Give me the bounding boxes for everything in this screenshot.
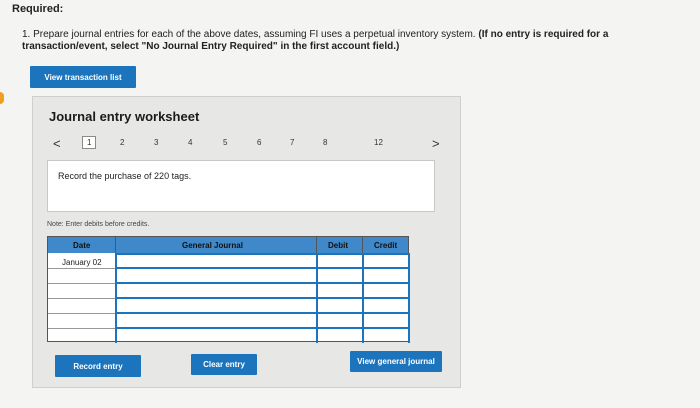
- required-heading: Required:: [12, 3, 64, 15]
- table-header: Date General Journal Debit Credit: [48, 237, 408, 253]
- worksheet-pager: < 1 2 3 4 5 6 7 8 12 >: [47, 135, 445, 153]
- record-entry-button[interactable]: Record entry: [55, 355, 141, 377]
- page-5[interactable]: 5: [223, 138, 227, 147]
- page-2[interactable]: 2: [120, 138, 124, 147]
- page-8[interactable]: 8: [323, 138, 327, 147]
- page-6[interactable]: 6: [257, 138, 261, 147]
- entry-date: January 02: [62, 258, 102, 267]
- page-3[interactable]: 3: [154, 138, 158, 147]
- clear-entry-button[interactable]: Clear entry: [191, 354, 257, 375]
- credit-header: Credit: [374, 241, 398, 250]
- prev-page-icon[interactable]: <: [53, 136, 61, 151]
- view-general-journal-button[interactable]: View general journal: [350, 351, 442, 372]
- next-page-icon[interactable]: >: [432, 136, 440, 151]
- page-7[interactable]: 7: [290, 138, 294, 147]
- journal-table: Date General Journal Debit Credit Januar…: [47, 236, 410, 343]
- debit-credit-note: Note: Enter debits before credits.: [47, 221, 150, 228]
- instruction-text: 1. Prepare journal entries for each of t…: [22, 29, 672, 53]
- worksheet-title: Journal entry worksheet: [49, 109, 200, 124]
- transaction-description: Record the purchase of 220 tags.: [47, 160, 435, 212]
- date-header: Date: [73, 241, 91, 250]
- debit-header: Debit: [328, 241, 348, 250]
- general-journal-header: General Journal: [182, 241, 243, 250]
- instruction-main: 1. Prepare journal entries for each of t…: [22, 29, 476, 40]
- page-4[interactable]: 4: [188, 138, 192, 147]
- view-transaction-list-button[interactable]: View transaction list: [30, 66, 136, 88]
- journal-entry-worksheet: Journal entry worksheet < 1 2 3 4 5 6 7 …: [32, 96, 461, 388]
- page-1[interactable]: 1: [82, 136, 97, 149]
- description-text: Record the purchase of 220 tags.: [58, 171, 192, 181]
- page-12[interactable]: 12: [374, 138, 383, 147]
- side-marker: [0, 92, 4, 104]
